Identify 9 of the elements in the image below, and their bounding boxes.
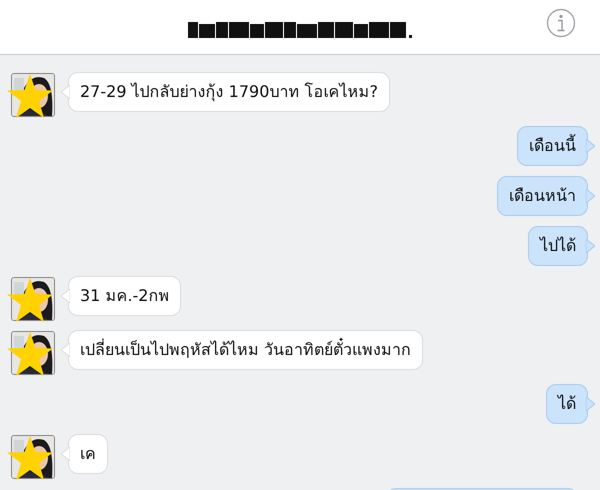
bubble-tail xyxy=(61,289,70,303)
info-button[interactable] xyxy=(546,8,576,38)
bubble-tail xyxy=(61,447,70,461)
bubble-tail xyxy=(61,343,70,357)
bubble-tail xyxy=(586,139,595,153)
bubble-tail xyxy=(586,189,595,203)
bubble-tail xyxy=(586,239,595,253)
bubble-tail xyxy=(61,85,70,99)
bubble-tail xyxy=(586,397,595,411)
